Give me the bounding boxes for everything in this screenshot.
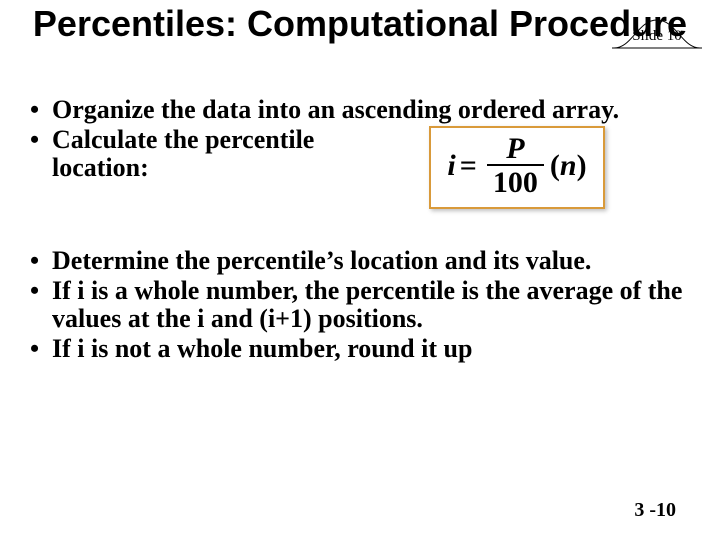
slide-number-badge: Slide 10: [612, 14, 702, 54]
bullet-list-top: Organize the data into an ascending orde…: [28, 96, 692, 209]
formula-fraction: P 100: [487, 134, 544, 199]
bullet-text: Calculate the percentile location:: [52, 126, 342, 182]
formula-open: (: [550, 150, 560, 182]
bullet-item: Calculate the percentile location: i = P…: [28, 126, 692, 209]
bullet-item: If i is not a whole number, round it up: [28, 335, 692, 363]
bullet-item: If i is a whole number, the percentile i…: [28, 277, 692, 333]
page-number: 3 -10: [634, 499, 676, 522]
formula-den: 100: [487, 164, 544, 199]
formula-close: ): [577, 150, 587, 182]
formula-eq: =: [460, 150, 477, 182]
bullet-item: Determine the percentile’s location and …: [28, 247, 692, 275]
formula-row: Calculate the percentile location: i = P…: [52, 126, 692, 209]
formula-num: P: [500, 134, 530, 164]
formula-wrap: i = P 100 (n): [342, 126, 692, 209]
formula-box: i = P 100 (n): [429, 126, 604, 209]
formula-lhs: i: [447, 150, 455, 182]
slide-number-text: Slide 10: [612, 28, 702, 45]
slide-body: Organize the data into an ascending orde…: [28, 96, 692, 365]
formula-n: n: [560, 150, 577, 182]
slide: Percentiles: Computational Procedure Sli…: [0, 0, 720, 540]
bullet-list-bottom: Determine the percentile’s location and …: [28, 247, 692, 363]
bullet-item: Organize the data into an ascending orde…: [28, 96, 692, 124]
spacer: [28, 211, 692, 247]
